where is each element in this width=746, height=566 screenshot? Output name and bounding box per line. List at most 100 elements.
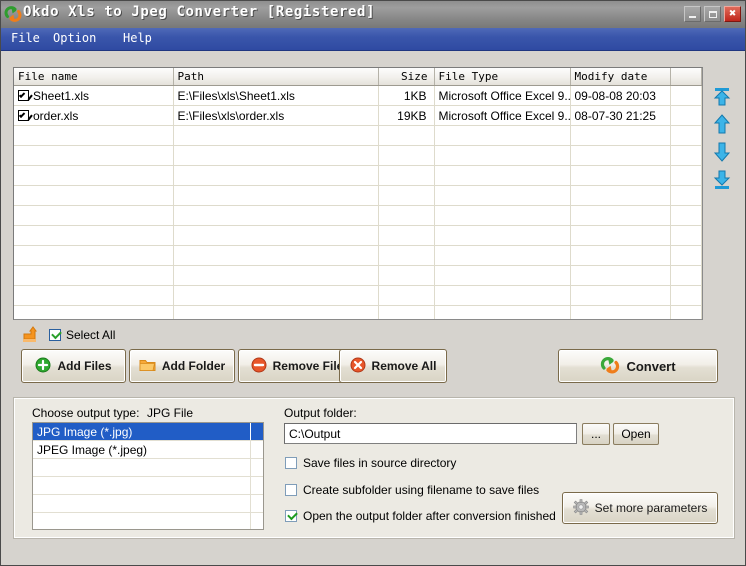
move-to-top-icon[interactable] — [711, 85, 733, 107]
save-in-source-checkbox[interactable]: Save files in source directory — [285, 456, 456, 470]
table-row-empty[interactable] — [14, 165, 702, 186]
column-header-path[interactable]: Path — [173, 68, 379, 86]
column-header-extra[interactable] — [670, 68, 702, 86]
empty-cell — [173, 125, 379, 146]
column-header-file-name[interactable]: File name — [14, 68, 174, 86]
table-row-empty[interactable] — [14, 305, 702, 319]
set-more-parameters-button[interactable]: Set more parameters — [562, 492, 718, 524]
reorder-button-group — [711, 85, 739, 197]
empty-cell — [670, 305, 702, 319]
table-row-empty[interactable] — [14, 285, 702, 306]
window-title: Okdo Xls to Jpeg Converter [Registered] — [23, 4, 376, 20]
empty-cell — [434, 305, 571, 319]
file-extra-cell — [670, 105, 702, 126]
maximize-button[interactable] — [704, 6, 721, 22]
table-row-empty[interactable] — [14, 185, 702, 206]
output-folder-input[interactable]: C:\Output — [284, 423, 577, 444]
column-header-modify-date[interactable]: Modify date — [570, 68, 671, 86]
empty-cell — [434, 125, 571, 146]
table-row[interactable]: order.xls E:\Files\xls\order.xls 19KB Mi… — [14, 105, 702, 126]
empty-cell — [14, 185, 174, 206]
empty-cell — [670, 145, 702, 166]
empty-cell — [434, 145, 571, 166]
table-row-empty[interactable] — [14, 125, 702, 146]
list-item-empty[interactable] — [33, 495, 263, 513]
menu-item-file[interactable]: File — [7, 31, 44, 47]
add-folder-button[interactable]: Add Folder — [129, 349, 235, 383]
create-subfolder-checkbox[interactable]: Create subfolder using filename to save … — [285, 483, 539, 497]
empty-cell — [14, 245, 174, 266]
file-name-cell[interactable]: Sheet1.xls — [14, 85, 174, 106]
empty-cell — [173, 145, 379, 166]
file-list[interactable]: File name Path Size File Type Modify dat… — [13, 67, 703, 320]
empty-cell — [670, 265, 702, 286]
remove-file-label: Remove File — [272, 359, 344, 373]
close-button[interactable]: ✖ — [724, 6, 741, 22]
open-folder-button[interactable]: Open — [613, 423, 659, 445]
save-in-source-box[interactable] — [285, 457, 297, 469]
table-row-empty[interactable] — [14, 225, 702, 246]
output-type-list[interactable]: JPG Image (*.jpg) JPEG Image (*.jpeg) — [32, 422, 264, 530]
file-size-cell: 1KB — [378, 85, 435, 106]
move-to-bottom-icon[interactable] — [711, 169, 733, 191]
open-output-folder-checkbox[interactable]: Open the output folder after conversion … — [285, 509, 556, 523]
empty-cell — [570, 265, 671, 286]
output-type-option-label: JPEG Image (*.jpeg) — [37, 443, 148, 457]
table-row-empty[interactable] — [14, 245, 702, 266]
empty-cell — [173, 245, 379, 266]
minimize-button[interactable] — [684, 6, 701, 22]
application-window: Okdo Xls to Jpeg Converter [Registered] … — [0, 0, 746, 566]
file-extra-cell — [670, 85, 702, 106]
column-header-size[interactable]: Size — [378, 68, 435, 86]
table-row-empty[interactable] — [14, 145, 702, 166]
empty-cell — [378, 165, 435, 186]
empty-cell — [434, 225, 571, 246]
empty-cell — [434, 165, 571, 186]
table-row[interactable]: Sheet1.xls E:\Files\xls\Sheet1.xls 1KB M… — [14, 85, 702, 106]
create-subfolder-box[interactable] — [285, 484, 297, 496]
convert-label: Convert — [626, 358, 676, 374]
empty-cell — [378, 225, 435, 246]
empty-cell — [378, 285, 435, 306]
list-item[interactable]: JPEG Image (*.jpeg) — [33, 441, 263, 459]
empty-cell — [670, 205, 702, 226]
up-folder-icon[interactable] — [21, 326, 41, 344]
empty-cell — [434, 245, 571, 266]
empty-cell — [173, 285, 379, 306]
set-more-parameters-label: Set more parameters — [594, 501, 708, 515]
list-item-empty[interactable] — [33, 459, 263, 477]
list-item[interactable]: JPG Image (*.jpg) — [33, 423, 263, 441]
empty-cell — [14, 225, 174, 246]
row-checkbox[interactable] — [18, 89, 29, 101]
list-item-empty[interactable] — [33, 513, 263, 529]
list-item-empty[interactable] — [33, 477, 263, 495]
empty-cell — [570, 225, 671, 246]
table-row-empty[interactable] — [14, 265, 702, 286]
file-path-cell: E:\Files\xls\order.xls — [173, 105, 379, 126]
select-all-box[interactable] — [49, 329, 61, 341]
empty-cell — [670, 225, 702, 246]
choose-output-type-value: JPG File — [147, 406, 194, 420]
empty-cell — [14, 285, 174, 306]
open-output-folder-box[interactable] — [285, 510, 297, 522]
file-size-cell: 19KB — [378, 105, 435, 126]
move-down-icon[interactable] — [711, 141, 733, 163]
convert-button[interactable]: Convert — [558, 349, 718, 383]
file-name-cell[interactable]: order.xls — [14, 105, 174, 126]
table-row-empty[interactable] — [14, 205, 702, 226]
table-header-row: File name Path Size File Type Modify dat… — [14, 68, 702, 86]
empty-cell — [570, 185, 671, 206]
add-files-button[interactable]: Add Files — [21, 349, 126, 383]
choose-output-type-label: Choose output type: — [32, 406, 140, 420]
row-checkbox[interactable] — [18, 109, 29, 121]
move-up-icon[interactable] — [711, 113, 733, 135]
menu-item-option[interactable]: Option — [49, 31, 100, 47]
remove-all-button[interactable]: Remove All — [339, 349, 447, 383]
menu-item-help[interactable]: Help — [119, 31, 156, 47]
empty-cell — [570, 305, 671, 319]
remove-all-circle-icon — [350, 357, 366, 376]
column-header-file-type[interactable]: File Type — [434, 68, 571, 86]
browse-folder-button[interactable]: ... — [582, 423, 610, 445]
file-path-cell: E:\Files\xls\Sheet1.xls — [173, 85, 379, 106]
select-all-checkbox[interactable]: Select All — [49, 327, 115, 343]
